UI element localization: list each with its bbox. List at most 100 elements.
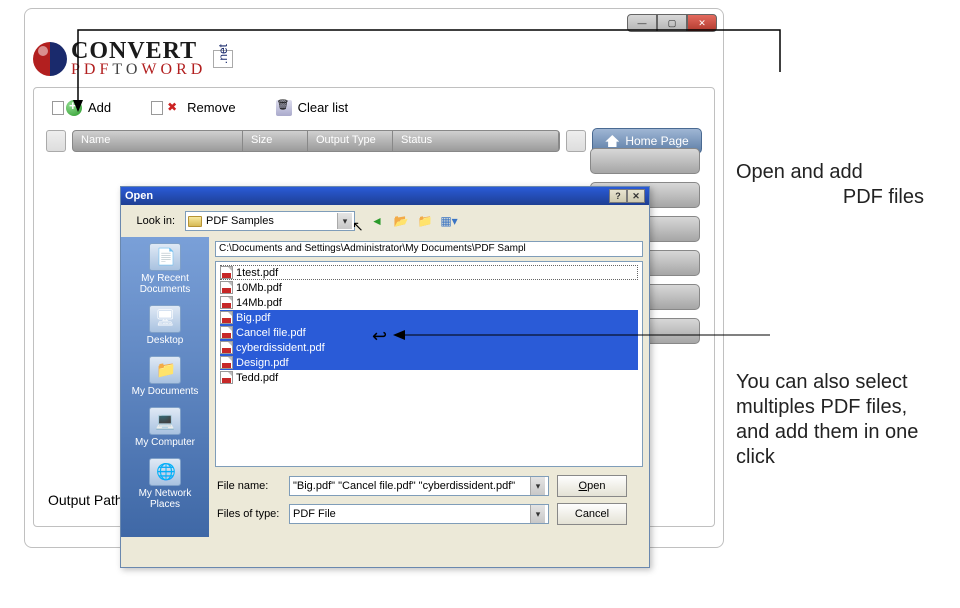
- side-button-1[interactable]: [590, 148, 700, 174]
- computer-icon: [149, 407, 181, 435]
- dialog-titlebar: Open ? ✕: [121, 187, 649, 205]
- file-row[interactable]: Big.pdf: [220, 310, 638, 325]
- filename-input[interactable]: "Big.pdf" "Cancel file.pdf" "cyberdissid…: [289, 476, 549, 496]
- filetype-value: PDF File: [293, 508, 530, 520]
- filename-value: "Big.pdf" "Cancel file.pdf" "cyberdissid…: [293, 480, 530, 492]
- clear-label: Clear list: [298, 100, 349, 115]
- col-name[interactable]: Name: [73, 131, 243, 151]
- add-button[interactable]: Add: [52, 100, 111, 116]
- page-icon: [52, 101, 64, 115]
- desktop-icon: [149, 305, 181, 333]
- lookin-label: Look in:: [129, 215, 179, 227]
- col-output-type[interactable]: Output Type: [308, 131, 393, 151]
- return-cursor-icon: ↩: [372, 326, 387, 347]
- place-network[interactable]: My Network Places: [125, 458, 205, 510]
- pdf-icon: [220, 371, 233, 384]
- file-row[interactable]: cyberdissident.pdf: [220, 340, 638, 355]
- file-row[interactable]: Tedd.pdf: [220, 370, 638, 385]
- back-icon[interactable]: ◄: [369, 213, 385, 229]
- place-mycomputer[interactable]: My Computer: [125, 407, 205, 448]
- up-icon[interactable]: 📂: [393, 213, 409, 229]
- nav-icons: ◄ 📂 📁 ▦▾: [369, 213, 457, 229]
- logo-orb-icon: [33, 42, 67, 76]
- add-label: Add: [88, 100, 111, 115]
- pdf-icon: [220, 281, 233, 294]
- output-path-label: Output Path :: [48, 492, 131, 508]
- file-name: 1test.pdf: [236, 267, 278, 279]
- annotation-2: You can also select multiples PDF files,…: [736, 370, 946, 470]
- row-selector[interactable]: [46, 130, 66, 152]
- file-row[interactable]: Design.pdf: [220, 355, 638, 370]
- maximize-button[interactable]: ▢: [657, 14, 687, 32]
- file-row[interactable]: 1test.pdf: [220, 265, 638, 280]
- cancel-button[interactable]: Cancel: [557, 503, 627, 525]
- annotation-1: Open and add PDF files: [736, 160, 946, 210]
- file-name: cyberdissident.pdf: [236, 342, 325, 354]
- home-label: Home Page: [625, 134, 688, 148]
- lookin-value: PDF Samples: [206, 215, 274, 227]
- logo-text: CONVERT PDFTOWORD: [71, 41, 206, 77]
- dialog-body: My Recent Documents Desktop My Documents…: [121, 237, 649, 537]
- open-btn-rest: pen: [587, 480, 605, 492]
- remove-icon: [165, 100, 181, 116]
- open-dialog: Open ? ✕ Look in: PDF Samples ◄ 📂 📁 ▦▾ M…: [120, 186, 650, 568]
- remove-button[interactable]: Remove: [151, 100, 235, 116]
- place-desktop-label: Desktop: [147, 335, 184, 346]
- place-recent-label: My Recent Documents: [140, 273, 191, 295]
- file-row[interactable]: Cancel file.pdf: [220, 325, 638, 340]
- recent-docs-icon: [149, 243, 181, 271]
- annotation-1-line2: PDF files: [736, 185, 946, 210]
- clear-list-button[interactable]: Clear list: [276, 100, 349, 116]
- places-bar: My Recent Documents Desktop My Documents…: [121, 237, 209, 537]
- minimize-button[interactable]: —: [627, 14, 657, 32]
- dialog-title: Open: [125, 190, 153, 202]
- file-name: Cancel file.pdf: [236, 327, 306, 339]
- dialog-bottom: File name: "Big.pdf" "Cancel file.pdf" "…: [209, 471, 649, 537]
- view-menu-icon[interactable]: ▦▾: [441, 213, 457, 229]
- filetype-combo[interactable]: PDF File: [289, 504, 549, 524]
- file-row[interactable]: 14Mb.pdf: [220, 295, 638, 310]
- pdf-icon: [220, 356, 233, 369]
- file-name: Big.pdf: [236, 312, 270, 324]
- network-icon: [149, 458, 181, 486]
- window-titlebar: — ▢ ✕: [25, 9, 723, 37]
- place-mydocs[interactable]: My Documents: [125, 356, 205, 397]
- home-icon: [605, 135, 619, 147]
- logo-line1: CONVERT: [71, 41, 206, 63]
- pdf-icon: [220, 341, 233, 354]
- add-icon: [66, 100, 82, 116]
- toolbar: Add Remove Clear list: [46, 98, 702, 128]
- col-end-chip[interactable]: [566, 130, 586, 152]
- place-recent[interactable]: My Recent Documents: [125, 243, 205, 295]
- pdf-icon: [220, 326, 233, 339]
- place-network-label: My Network Places: [139, 488, 192, 510]
- file-list[interactable]: 1test.pdf 10Mb.pdf14Mb.pdf Big.pdf Cancel f…: [215, 261, 643, 467]
- pdf-icon: [220, 266, 233, 279]
- chevron-down-icon[interactable]: [530, 477, 545, 495]
- clear-icon: [276, 100, 292, 116]
- logo-to: TO: [112, 61, 141, 78]
- place-mycomputer-label: My Computer: [135, 437, 195, 448]
- new-folder-icon[interactable]: 📁: [417, 213, 433, 229]
- folder-icon: [188, 216, 202, 227]
- path-tooltip: C:\Documents and Settings\Administrator\…: [215, 241, 643, 257]
- filename-label: File name:: [217, 480, 281, 492]
- close-button[interactable]: ✕: [687, 14, 717, 32]
- file-row[interactable]: 10Mb.pdf: [220, 280, 638, 295]
- chevron-down-icon[interactable]: [337, 213, 352, 229]
- col-size[interactable]: Size: [243, 131, 308, 151]
- file-name: 10Mb.pdf: [236, 282, 282, 294]
- lookin-combo[interactable]: PDF Samples: [185, 211, 355, 231]
- col-status[interactable]: Status: [393, 131, 559, 151]
- file-name: Tedd.pdf: [236, 372, 278, 384]
- open-button[interactable]: Open: [557, 475, 627, 497]
- filetype-label: Files of type:: [217, 508, 281, 520]
- dialog-close-button[interactable]: ✕: [627, 189, 645, 203]
- place-desktop[interactable]: Desktop: [125, 305, 205, 346]
- file-name: Design.pdf: [236, 357, 289, 369]
- mydocs-icon: [149, 356, 181, 384]
- chevron-down-icon[interactable]: [530, 505, 545, 523]
- dialog-help-button[interactable]: ?: [609, 189, 627, 203]
- lookin-row: Look in: PDF Samples ◄ 📂 📁 ▦▾: [121, 205, 649, 237]
- logo-pdf: PDF: [71, 61, 112, 78]
